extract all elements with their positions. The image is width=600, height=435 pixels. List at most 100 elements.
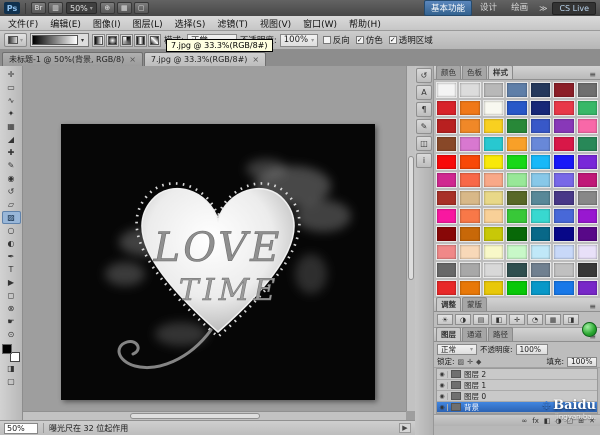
link-layers-icon[interactable]: ∞ (521, 417, 527, 425)
arrange-documents-icon[interactable]: ▦ (116, 2, 132, 14)
style-swatch[interactable] (436, 244, 458, 260)
status-scroll-arrow[interactable]: ▶ (399, 423, 411, 433)
style-swatch[interactable] (553, 154, 575, 170)
style-swatch[interactable] (459, 82, 481, 98)
style-swatch[interactable] (506, 82, 528, 98)
style-swatch[interactable] (506, 262, 528, 278)
menu-item[interactable]: 编辑(E) (44, 17, 87, 30)
info-panel-icon[interactable]: i (416, 153, 432, 168)
layer-row[interactable]: ◉ 图层 2 (437, 369, 597, 380)
adjustment-preset-icon[interactable]: ◧ (491, 314, 507, 325)
style-swatch[interactable] (529, 118, 552, 134)
path-selection-tool[interactable]: ▶ (2, 276, 21, 289)
layer-style-icon[interactable]: fx (532, 417, 539, 425)
lock-icon[interactable]: ▨ (458, 358, 465, 366)
history-panel-icon[interactable]: ↺ (416, 68, 432, 83)
zoom-tool[interactable]: ⊙ (2, 328, 21, 341)
layer-mask-icon[interactable]: ◧ (544, 417, 551, 425)
document-image[interactable]: LOVE TIME (61, 124, 375, 400)
quick-mask-button[interactable]: ◨ (2, 362, 21, 375)
style-swatch[interactable] (506, 136, 528, 152)
panel-tab[interactable]: 图层 (436, 327, 461, 341)
visibility-eye-icon[interactable]: ◉ (437, 370, 448, 378)
style-swatch[interactable] (529, 226, 552, 242)
style-swatch[interactable] (529, 262, 552, 278)
style-swatch[interactable] (459, 280, 481, 296)
menu-item[interactable]: 滤镜(T) (211, 17, 254, 30)
gradient-editor-button[interactable]: ▾ (30, 33, 90, 47)
document-tab[interactable]: 7.jpg @ 33.3%(RGB/8#) × (143, 52, 267, 66)
style-swatch[interactable] (436, 118, 458, 134)
style-swatch[interactable] (506, 208, 528, 224)
menu-item[interactable]: 文件(F) (2, 17, 44, 30)
style-swatch[interactable] (529, 208, 552, 224)
rotate-view-icon[interactable]: ⊕ (99, 2, 115, 14)
style-swatch[interactable] (506, 154, 528, 170)
style-swatch[interactable] (436, 190, 458, 206)
angle-gradient-icon[interactable] (120, 33, 134, 47)
document-tab[interactable]: 未标题-1 @ 50%(背景, RGB/8) × (2, 52, 143, 66)
menu-item[interactable]: 视图(V) (254, 17, 297, 30)
style-swatch[interactable] (459, 190, 481, 206)
style-swatch[interactable] (459, 172, 481, 188)
style-swatch[interactable] (576, 226, 598, 242)
horizontal-scrollbar[interactable] (23, 411, 406, 420)
option-checkbox[interactable]: ✓ 透明区域 (388, 34, 433, 46)
style-swatch[interactable] (506, 244, 528, 260)
clone-stamp-tool[interactable]: ◉ (2, 172, 21, 185)
style-swatch[interactable] (553, 100, 575, 116)
status-zoom-field[interactable]: 50% (4, 422, 38, 434)
style-swatch[interactable] (482, 154, 505, 170)
lasso-tool[interactable]: ∿ (2, 94, 21, 107)
workspace-overflow-button[interactable]: ≫ (536, 4, 550, 13)
visibility-eye-icon[interactable]: ◉ (437, 403, 448, 411)
layer-row[interactable]: ◉ 图层 0 (437, 391, 597, 402)
tab-close-icon[interactable]: × (129, 55, 136, 64)
style-swatch[interactable] (459, 244, 481, 260)
lock-icon[interactable]: ◆ (476, 358, 481, 366)
style-swatch[interactable] (506, 190, 528, 206)
style-swatch[interactable] (529, 154, 552, 170)
style-swatch[interactable] (576, 118, 598, 134)
layer-row[interactable]: ◉ 图层 1 (437, 380, 597, 391)
opacity-dropdown[interactable]: 100% ▾ (279, 33, 318, 47)
screen-mode-button[interactable]: ▢ (2, 375, 21, 388)
style-swatch[interactable] (576, 190, 598, 206)
vertical-scrollbar[interactable] (406, 66, 415, 411)
style-swatch[interactable] (506, 280, 528, 296)
brush-tool[interactable]: ✎ (2, 159, 21, 172)
visibility-eye-icon[interactable]: ◉ (437, 392, 448, 400)
pen-tool[interactable]: ✒ (2, 250, 21, 263)
panel-tab[interactable]: 路径 (488, 327, 513, 341)
style-swatch[interactable] (436, 226, 458, 242)
style-swatch[interactable] (553, 172, 575, 188)
new-layer-icon[interactable]: ⊞ (578, 417, 584, 425)
reflected-gradient-icon[interactable] (134, 33, 148, 47)
style-swatch[interactable] (436, 280, 458, 296)
style-swatch[interactable] (436, 82, 458, 98)
linear-gradient-icon[interactable] (92, 33, 106, 47)
style-swatch[interactable] (576, 280, 598, 296)
style-swatch[interactable] (576, 82, 598, 98)
style-swatch[interactable] (436, 262, 458, 278)
panel-tab[interactable]: 蒙版 (462, 297, 487, 311)
style-swatch[interactable] (576, 172, 598, 188)
style-swatch[interactable] (529, 82, 552, 98)
screen-mode-icon[interactable]: ▢ (133, 2, 149, 14)
eraser-tool[interactable]: ▱ (2, 198, 21, 211)
green-plugin-icon[interactable] (582, 322, 597, 337)
style-swatch[interactable] (553, 82, 575, 98)
panel-menu-icon[interactable]: ≡ (587, 70, 598, 79)
style-swatch[interactable] (506, 172, 528, 188)
style-swatch[interactable] (506, 100, 528, 116)
clone-source-panel-icon[interactable]: ◫ (416, 136, 432, 151)
horizontal-scroll-thumb[interactable] (130, 413, 261, 419)
style-swatch[interactable] (482, 100, 505, 116)
adjustment-layer-icon[interactable]: ◑ (556, 417, 562, 425)
radial-gradient-icon[interactable] (106, 33, 120, 47)
layer-opacity-dropdown[interactable]: 100% (515, 343, 548, 355)
gradient-tool[interactable]: ▨ (1, 211, 21, 224)
style-swatch[interactable] (459, 226, 481, 242)
menu-item[interactable]: 图像(I) (87, 17, 127, 30)
menu-item[interactable]: 图层(L) (127, 17, 169, 30)
